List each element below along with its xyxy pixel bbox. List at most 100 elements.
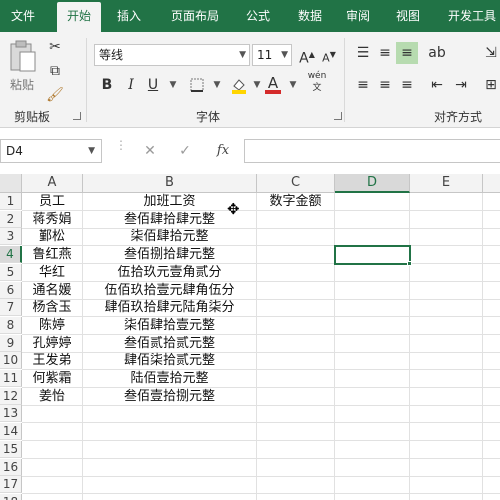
row-header[interactable]: 10 [0,352,22,370]
cell-d-11[interactable] [335,370,410,388]
cell-d-14[interactable] [335,423,410,442]
cell-b-9[interactable]: 叁佰贰拾贰元整 [83,334,257,353]
bold-button[interactable]: B [96,74,118,96]
row-header[interactable]: 1 [0,193,22,210]
select-all-corner[interactable] [0,174,22,193]
cell-e-4[interactable] [410,246,483,265]
align-top-icon[interactable]: ☰ [352,42,374,64]
cell-c-3[interactable] [257,228,335,247]
tab-view[interactable]: 视图 [386,0,430,32]
cell-a-9[interactable]: 孔婷婷 [22,334,83,353]
cell-b-10[interactable]: 肆佰柒拾贰元整 [83,352,257,371]
align-left-icon[interactable]: ≡ [352,74,374,96]
row-header[interactable]: 2 [0,210,22,228]
row-header[interactable]: 12 [0,387,22,405]
cell-f-2[interactable] [483,211,500,229]
name-box[interactable]: D4 ▼ [0,139,102,163]
cell-b-11[interactable]: 陆佰壹拾元整 [83,370,257,388]
cell-e-3[interactable] [410,228,483,247]
cell-c-18[interactable] [257,493,335,500]
column-header-partial[interactable] [483,174,500,193]
cell-c-4[interactable] [257,246,335,265]
chevron-down-icon[interactable]: ▼ [282,74,304,96]
enter-icon[interactable]: ✓ [172,141,198,161]
cell-c-15[interactable] [257,440,335,459]
cell-a-17[interactable] [22,476,83,495]
row-header[interactable]: 16 [0,458,22,476]
row-header[interactable]: 13 [0,405,22,423]
cell-a-2[interactable]: 蒋秀娟 [22,210,83,229]
cell-a-10[interactable]: 王发弟 [22,352,83,371]
cell-f-17[interactable] [483,476,500,495]
cell-d-10[interactable] [335,352,410,371]
cell-b-3[interactable]: 柒佰肆拾元整 [83,228,257,247]
cell-f-8[interactable] [483,317,500,335]
cell-c-8[interactable] [257,316,335,335]
cell-c-12[interactable] [257,387,335,406]
cell-f-4[interactable] [483,246,500,265]
cell-e-10[interactable] [410,352,483,371]
tab-file[interactable]: 文件 [0,0,46,32]
cell-c-10[interactable] [257,352,335,371]
cell-c-9[interactable] [257,334,335,353]
cell-c-2[interactable] [257,210,335,229]
cell-f-3[interactable] [483,228,500,247]
cell-d-9[interactable] [335,334,410,353]
font-launcher-icon[interactable] [334,112,342,120]
cell-a-4[interactable]: 鲁红燕 [22,246,83,265]
cell-b-17[interactable] [83,476,257,495]
copy-icon[interactable]: ⧉ [44,60,66,82]
chevron-down-icon[interactable]: ▼ [162,74,184,96]
underline-button[interactable]: U [142,74,164,96]
cell-c-16[interactable] [257,458,335,477]
cell-b-13[interactable] [83,405,257,424]
tab-insert[interactable]: 插入 [107,0,151,32]
cell-d-13[interactable] [335,405,410,424]
cell-a-8[interactable]: 陈婷 [22,316,83,335]
increase-font-size-button[interactable]: A▲ [296,44,318,67]
cell-a-6[interactable]: 通名媛 [22,281,83,300]
cell-d-6[interactable] [335,281,410,300]
cell-a-15[interactable] [22,440,83,459]
column-header-b[interactable]: B [83,174,257,193]
cell-b-14[interactable] [83,423,257,442]
cell-d-1[interactable] [335,193,410,211]
tab-home[interactable]: 开始 [57,2,101,34]
cell-b-5[interactable]: 伍拾玖元壹角贰分 [83,263,257,282]
phonetic-guide-button[interactable]: wén 文 [302,70,332,93]
align-bottom-icon[interactable]: ≡ [396,42,418,64]
cell-e-17[interactable] [410,476,483,495]
merge-center-icon[interactable]: ⊞ [480,74,500,96]
cell-f-5[interactable] [483,264,500,282]
cell-f-9[interactable] [483,335,500,353]
cell-f-16[interactable] [483,459,500,477]
cell-a-13[interactable] [22,405,83,424]
cell-d-12[interactable] [335,387,410,406]
cell-b-16[interactable] [83,458,257,477]
cell-e-9[interactable] [410,334,483,353]
align-right-icon[interactable]: ≡ [396,74,418,96]
cell-a-1[interactable]: 员工 [22,193,83,211]
row-header[interactable]: 17 [0,476,22,494]
cell-d-18[interactable] [335,493,410,500]
increase-indent-icon[interactable]: ⇥ [450,74,472,96]
fill-handle[interactable] [407,261,412,266]
cell-b-4[interactable]: 叁佰捌拾肆元整 [83,246,257,265]
align-middle-icon[interactable]: ≡ [374,42,396,64]
cell-c-1[interactable]: 数字金额 [257,193,335,211]
font-name-combo[interactable]: 等线 ▼ [94,44,250,66]
cell-e-14[interactable] [410,423,483,442]
paste-button[interactable]: 粘贴 [6,38,40,96]
cell-e-11[interactable] [410,370,483,388]
row-header[interactable]: 8 [0,316,22,334]
row-header[interactable]: 6 [0,281,22,299]
cell-a-12[interactable]: 姜怡 [22,387,83,406]
row-header[interactable]: 15 [0,440,22,458]
cell-e-12[interactable] [410,387,483,406]
cell-f-14[interactable] [483,423,500,442]
cell-b-12[interactable]: 叁佰壹拾捌元整 [83,387,257,406]
cell-f-15[interactable] [483,441,500,459]
decrease-indent-icon[interactable]: ⇤ [426,74,448,96]
column-header-e[interactable]: E [410,174,483,193]
tab-page-layout[interactable]: 页面布局 [160,0,230,32]
